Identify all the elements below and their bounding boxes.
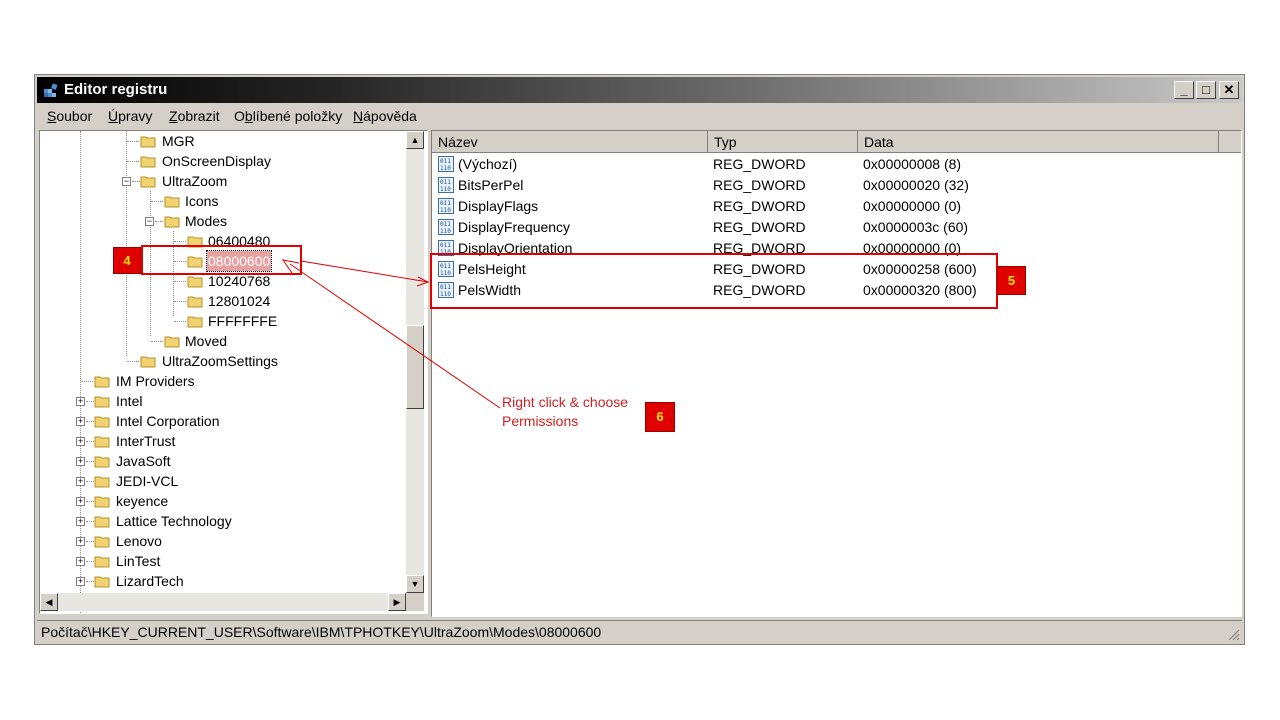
annotation-overlay [281, 259, 501, 409]
highlight-box-values [430, 253, 998, 309]
highlight-box-tree-key [141, 245, 302, 275]
annotation-note-line2: Permissions [502, 413, 579, 429]
step-badge-5: 5 [997, 266, 1026, 295]
annotation-note: Right click & choose Permissions [502, 393, 628, 431]
annotation-arrow [300, 260, 429, 283]
step-badge-6: 6 [645, 402, 675, 432]
annotation-note-line1: Right click & choose [502, 394, 629, 410]
step-badge-4: 4 [113, 247, 141, 274]
